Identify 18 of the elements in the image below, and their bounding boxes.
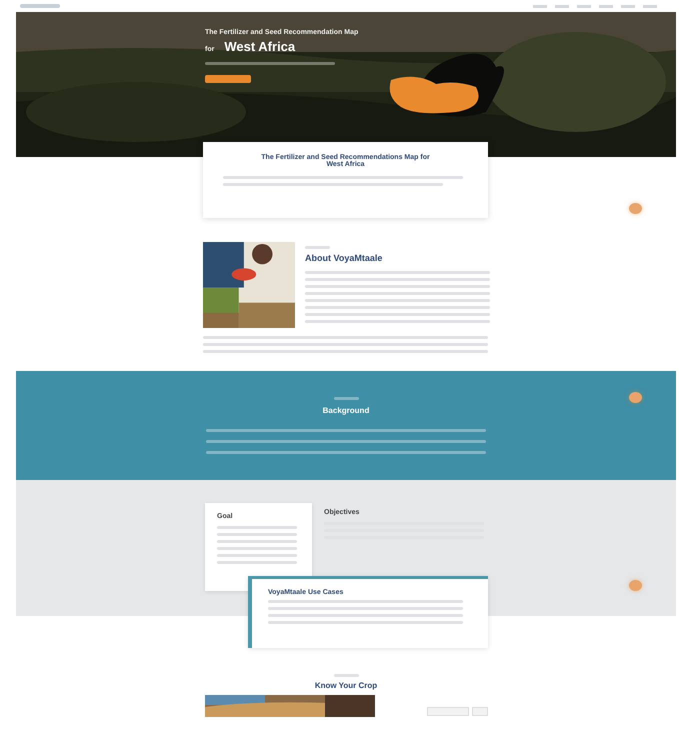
nav-link[interactable] <box>555 4 569 8</box>
hero-button[interactable] <box>205 75 251 83</box>
text-line <box>334 674 358 677</box>
section-title: Know Your Crop <box>314 681 378 690</box>
nav-link[interactable] <box>599 4 613 8</box>
filter-button[interactable] <box>427 707 469 716</box>
site-logo[interactable] <box>20 4 60 8</box>
hero-title-highlight: West Africa <box>224 39 296 54</box>
nav-link[interactable] <box>643 4 657 8</box>
floating-button[interactable] <box>629 203 642 214</box>
text-line <box>334 397 358 400</box>
section-title: About VoyaMtaale <box>305 253 384 263</box>
filter-button[interactable] <box>472 707 488 716</box>
nav-link[interactable] <box>577 4 591 8</box>
nav-link[interactable] <box>621 4 635 8</box>
text-line <box>305 246 330 249</box>
section-title: Background <box>322 406 370 415</box>
nav-link[interactable] <box>533 4 547 8</box>
